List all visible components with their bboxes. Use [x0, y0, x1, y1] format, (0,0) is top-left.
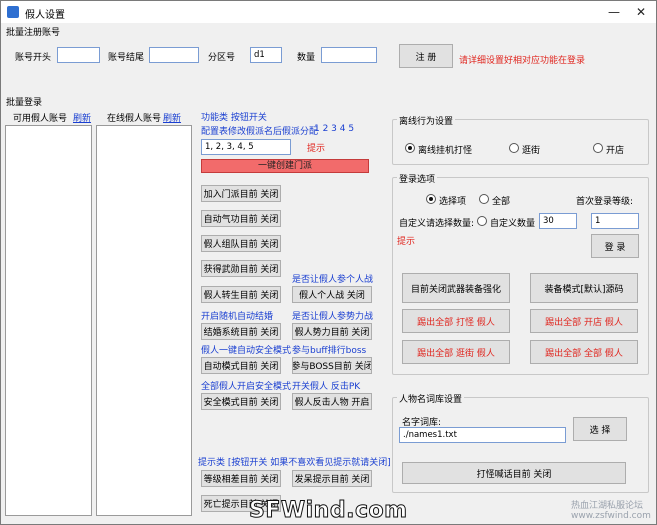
kick-street-button[interactable]: 踢出全部 逛街 假人: [402, 340, 510, 364]
site-watermark-side: 热血江湖私服论坛 www.zsfwind.com: [571, 501, 651, 521]
login-options-title: 登录选项: [397, 172, 438, 185]
site-watermark-side-line1: 热血江湖私服论坛: [571, 501, 644, 511]
first-level-input[interactable]: 1: [591, 213, 639, 229]
title-bar: 假人设置 — ✕: [1, 1, 656, 23]
register-hint: 请详细设置好相对应功能在登录: [459, 56, 586, 66]
shout-toggle-button[interactable]: 打怪喊话目前 关闭: [402, 462, 626, 484]
batch-register-label: 批量注册账号: [6, 28, 61, 38]
name-dict-select-button[interactable]: 选 择: [573, 417, 627, 441]
all-safe-label: 全部假人开启安全模式: [201, 382, 292, 392]
batch-login-label: 批量登录: [6, 98, 43, 108]
login-option-custom: 自定义数量: [490, 219, 536, 229]
custom-count-label: 自定义请选择数量:: [399, 219, 475, 229]
level-tip-toggle[interactable]: 等级相差目前 关闭: [201, 470, 281, 487]
offline-behavior-title: 离线行为设置: [397, 114, 456, 127]
join-battle-label: 是否让假人参个人战: [292, 275, 374, 285]
name-dict-input[interactable]: ./names1.txt: [399, 427, 566, 443]
available-accounts-list[interactable]: [5, 125, 92, 516]
count-input[interactable]: [321, 47, 377, 63]
account-end-label: 账号结尾: [108, 53, 145, 63]
register-button[interactable]: 注 册: [399, 44, 453, 68]
account-end-input[interactable]: [149, 47, 199, 63]
window-title: 假人设置: [25, 10, 65, 21]
offline-radio-fight[interactable]: [405, 143, 415, 153]
idle-tip-toggle[interactable]: 发呆提示目前 关闭: [292, 470, 372, 487]
random-marry-label: 开启随机自动结婚: [201, 312, 274, 322]
zone-input[interactable]: d1: [250, 47, 282, 63]
auto-mode-toggle[interactable]: 自动模式目前 关闭: [201, 357, 281, 374]
auto-qigong-toggle[interactable]: 自动气功目前 关闭: [201, 210, 281, 227]
faction-battle-toggle[interactable]: 假人势力目前 关闭: [292, 323, 372, 340]
functions-header: 功能类 按钮开关: [201, 113, 267, 123]
safe-mode-toggle[interactable]: 安全模式目前 关闭: [201, 393, 281, 410]
custom-count-input[interactable]: 30: [539, 213, 577, 229]
fake-player-settings-window: 假人设置 — ✕ 批量注册账号 账号开头 账号结尾 分区号 d1 数量 注 册 …: [0, 0, 657, 525]
join-gate-toggle[interactable]: 加入门派目前 关闭: [201, 185, 281, 202]
minimize-icon[interactable]: —: [606, 4, 622, 20]
close-icon[interactable]: ✕: [633, 4, 649, 20]
functions-hint: 提示: [307, 144, 326, 154]
login-radio-all[interactable]: [479, 194, 489, 204]
first-level-label: 首次登录等级:: [576, 197, 634, 207]
online-accounts-list[interactable]: [96, 125, 192, 516]
site-watermark-side-line2: www.zsfwind.com: [571, 511, 651, 521]
app-icon: [7, 6, 19, 18]
login-button[interactable]: 登 录: [591, 234, 639, 258]
zone-label: 分区号: [208, 53, 236, 63]
offline-radio-street[interactable]: [509, 143, 519, 153]
offline-option-fight: 离线挂机打怪: [418, 146, 473, 156]
get-martial-toggle[interactable]: 获得武勋目前 关闭: [201, 260, 281, 277]
login-radio-select[interactable]: [426, 194, 436, 204]
account-start-label: 账号开头: [15, 53, 52, 63]
equip-mode-button[interactable]: 装备模式[默认]源码: [530, 273, 638, 303]
account-start-input[interactable]: [57, 47, 100, 63]
offline-radio-shop[interactable]: [593, 143, 603, 153]
kick-fight-button[interactable]: 踢出全部 打怪 假人: [402, 309, 510, 333]
buff-rank-label: 参与buff排行boss: [292, 346, 367, 356]
config-text: 配置表修改假派名后假派分配: [201, 127, 319, 137]
login-option-all: 全部: [492, 197, 511, 207]
create-gate-button[interactable]: 一键创建门派: [201, 159, 369, 173]
fake-rebirth-toggle[interactable]: 假人转生目前 关闭: [201, 286, 281, 303]
login-radio-custom[interactable]: [477, 216, 487, 226]
config-numbers: 1 2 3 4 5: [314, 124, 355, 134]
pk-label: 开关假人 反击PK: [292, 382, 361, 392]
available-refresh-link[interactable]: 刷新: [73, 111, 91, 124]
tip-category-label: 提示类 [按钮开关 如果不喜欢看见提示就请关闭]: [198, 458, 391, 468]
gate-config-input[interactable]: 1, 2, 3, 4, 5: [201, 139, 291, 155]
offline-option-street: 逛街: [522, 146, 541, 156]
login-option-select: 选择项: [439, 197, 467, 207]
name-dict-title: 人物名词库设置: [397, 392, 465, 405]
marriage-system-toggle[interactable]: 结婚系统目前 关闭: [201, 323, 281, 340]
counter-attack-toggle[interactable]: 假人反击人物 开启: [292, 393, 372, 410]
boss-toggle[interactable]: 参与BOSS目前 关闭: [292, 357, 372, 374]
login-hint: 提示: [397, 237, 416, 247]
weapon-enhance-button[interactable]: 目前关闭武器装备强化: [402, 273, 510, 303]
auto-safe-label: 假人一键自动安全模式: [201, 346, 292, 356]
offline-option-shop: 开店: [606, 146, 625, 156]
online-refresh-link[interactable]: 刷新: [163, 111, 181, 124]
available-accounts-label: 可用假人账号: [13, 114, 68, 124]
site-watermark: SFWind.com: [249, 498, 408, 524]
fake-party-toggle[interactable]: 假人组队目前 关闭: [201, 235, 281, 252]
count-label: 数量: [297, 53, 316, 63]
online-accounts-label: 在线假人账号: [107, 114, 162, 124]
kick-all-button[interactable]: 踢出全部 全部 假人: [530, 340, 638, 364]
kick-shop-button[interactable]: 踢出全部 开店 假人: [530, 309, 638, 333]
personal-battle-toggle[interactable]: 假人个人战 关闭: [292, 286, 372, 303]
faction-battle-label: 是否让假人参势力战: [292, 312, 374, 322]
